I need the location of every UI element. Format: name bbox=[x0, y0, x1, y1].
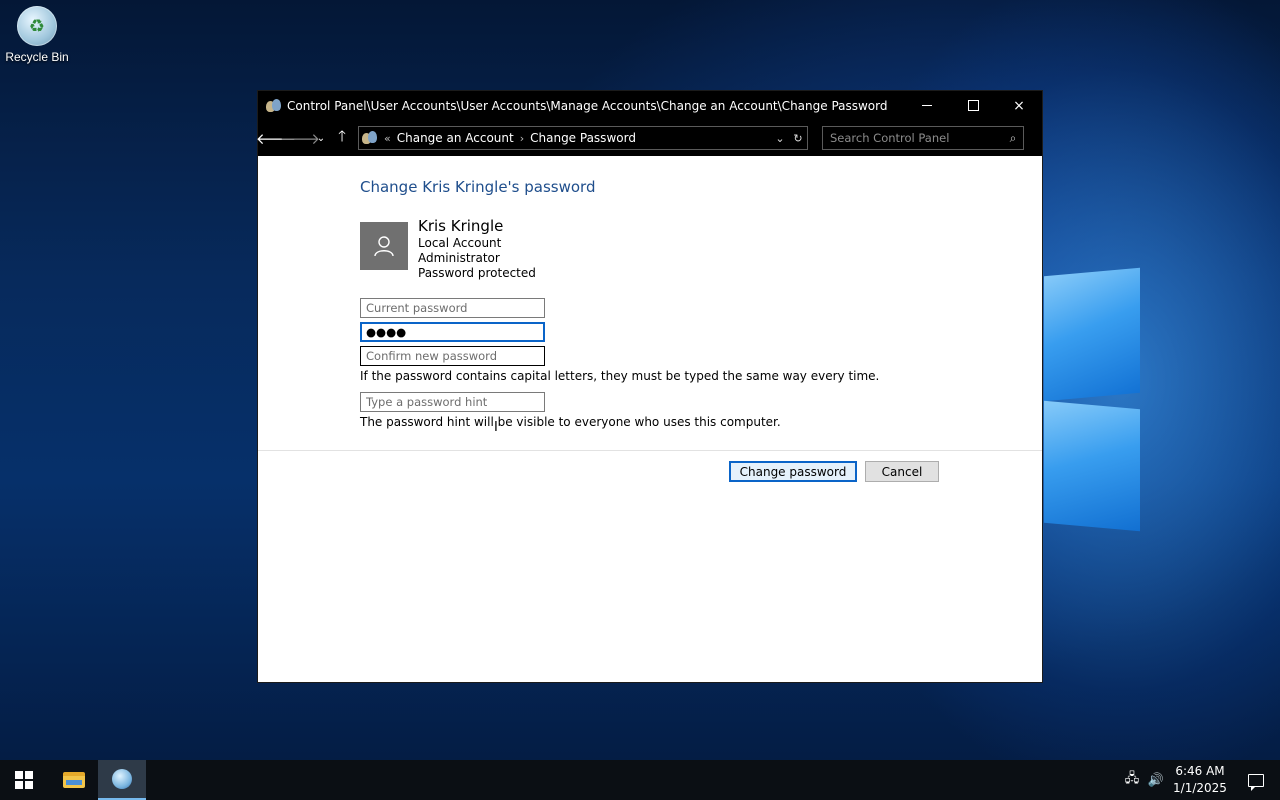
search-box: ⌕ bbox=[822, 126, 1024, 150]
account-role: Administrator bbox=[418, 251, 500, 265]
action-center-button[interactable] bbox=[1232, 773, 1280, 791]
account-type: Local Account bbox=[418, 236, 502, 250]
avatar bbox=[360, 222, 408, 270]
divider bbox=[258, 450, 1042, 451]
start-button[interactable] bbox=[0, 760, 48, 800]
account-name: Kris Kringle bbox=[418, 217, 504, 235]
user-icon bbox=[374, 236, 394, 257]
windows-logo-pane-lower bbox=[1044, 400, 1140, 532]
breadcrumb-overflow[interactable]: « bbox=[384, 132, 391, 145]
refresh-button[interactable]: ↻ bbox=[789, 132, 807, 145]
confirm-password-field[interactable] bbox=[360, 346, 545, 366]
up-arrow-icon: 🡑 bbox=[338, 126, 346, 145]
window-title: Control Panel\User Accounts\User Account… bbox=[287, 98, 888, 113]
recycle-bin-label: Recycle Bin bbox=[5, 50, 69, 64]
taskbar-file-explorer[interactable] bbox=[50, 760, 98, 800]
close-button[interactable]: × bbox=[996, 91, 1042, 120]
clock-time: 6:46 AM bbox=[1175, 764, 1225, 778]
forward-button[interactable]: 🡒 bbox=[280, 126, 320, 150]
notification-icon bbox=[1248, 773, 1264, 791]
taskbar-control-panel[interactable] bbox=[98, 760, 146, 800]
current-password-field[interactable] bbox=[360, 298, 545, 318]
maximize-button[interactable] bbox=[950, 91, 996, 120]
breadcrumb[interactable]: « Change an Account › Change Password ⌄ … bbox=[358, 126, 808, 150]
clock[interactable]: 6:46 AM 1/1/2025 bbox=[1168, 763, 1232, 797]
minimize-icon bbox=[922, 105, 932, 106]
maximize-icon bbox=[967, 100, 979, 111]
account-status: Password protected bbox=[418, 266, 536, 280]
recycle-bin-icon: ♻ bbox=[17, 6, 57, 46]
up-button[interactable]: 🡑 bbox=[330, 126, 354, 150]
system-tray: 🖧 🔊 6:46 AM 1/1/2025 bbox=[1120, 760, 1280, 800]
clock-date: 1/1/2025 bbox=[1173, 781, 1227, 795]
search-input[interactable] bbox=[823, 130, 1003, 146]
breadcrumb-change-password[interactable]: Change Password bbox=[530, 131, 636, 145]
user-accounts-icon bbox=[266, 98, 282, 113]
refresh-icon: ↻ bbox=[793, 131, 803, 145]
change-password-window: Control Panel\User Accounts\User Account… bbox=[256, 91, 1042, 682]
title-bar[interactable]: Control Panel\User Accounts\User Account… bbox=[258, 91, 1042, 120]
volume-icon[interactable]: 🔊 bbox=[1144, 773, 1168, 788]
change-password-button[interactable]: Change password bbox=[729, 461, 857, 482]
content-area: Change Kris Kringle's password Kris Krin… bbox=[258, 156, 1042, 682]
chevron-down-icon: ⌄ bbox=[775, 131, 785, 145]
control-panel-icon bbox=[112, 769, 132, 789]
cancel-button[interactable]: Cancel bbox=[865, 461, 939, 482]
network-icon[interactable]: 🖧 bbox=[1120, 769, 1144, 791]
close-icon: × bbox=[1013, 97, 1025, 114]
user-accounts-icon bbox=[362, 131, 378, 145]
taskbar: 🖧 🔊 6:46 AM 1/1/2025 bbox=[0, 760, 1280, 800]
chevron-down-icon: ⌄ bbox=[316, 132, 326, 144]
desktop-icon-recycle-bin[interactable]: ♻ Recycle Bin bbox=[4, 6, 70, 64]
hint-visibility-note: The password hint will be visible to eve… bbox=[360, 415, 781, 429]
new-password-field[interactable] bbox=[360, 322, 545, 342]
windows-start-icon bbox=[15, 771, 33, 789]
account-info: Kris Kringle Local Account Administrator… bbox=[418, 216, 536, 281]
minimize-button[interactable] bbox=[904, 91, 950, 120]
address-dropdown-button[interactable]: ⌄ bbox=[771, 132, 789, 145]
breadcrumb-change-an-account[interactable]: Change an Account bbox=[397, 131, 514, 145]
file-explorer-icon bbox=[63, 772, 85, 788]
windows-logo-pane-upper bbox=[1044, 267, 1140, 402]
capital-letters-note: If the password contains capital letters… bbox=[360, 369, 880, 383]
address-bar: 🡐 🡒 ⌄ 🡑 « Change an Account › Change Pas… bbox=[256, 120, 1042, 156]
recent-locations-button[interactable]: ⌄ bbox=[312, 126, 330, 150]
search-icon[interactable]: ⌕ bbox=[1003, 131, 1023, 146]
breadcrumb-separator[interactable]: › bbox=[520, 132, 524, 145]
page-title: Change Kris Kringle's password bbox=[360, 178, 596, 196]
password-hint-field[interactable] bbox=[360, 392, 545, 412]
